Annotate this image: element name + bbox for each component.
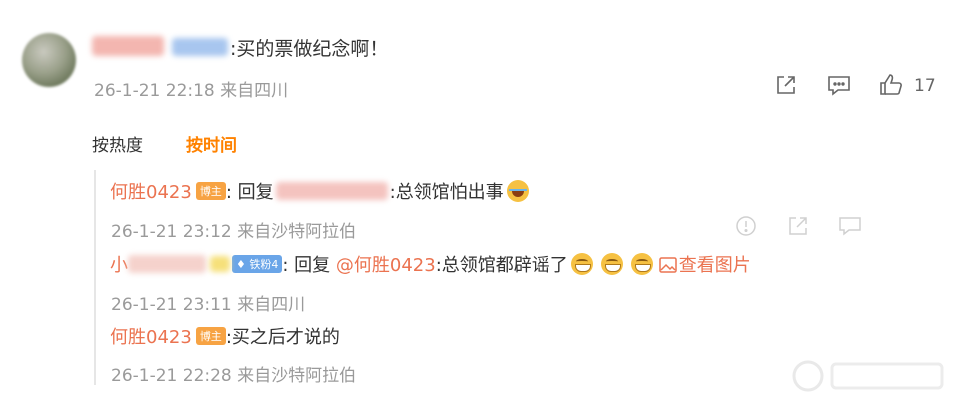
- avatar[interactable]: [22, 33, 76, 87]
- reply-date: 26-1-21 23:11: [111, 295, 232, 315]
- reply-1: 何胜0423 博主: 回复:总领馆怕出事: [110, 178, 529, 204]
- reply-author[interactable]: 小: [110, 255, 128, 276]
- report-icon[interactable]: [735, 215, 757, 241]
- redacted-username-badge: [172, 38, 228, 56]
- sort-by-hot-tab[interactable]: 按热度: [92, 131, 143, 156]
- like-count: 17: [914, 76, 936, 96]
- comment-icon[interactable]: [826, 73, 852, 101]
- view-image-link[interactable]: 查看图片: [659, 255, 751, 276]
- reply-3-meta: 26-1-21 22:28 来自沙特阿拉伯: [111, 361, 356, 386]
- comment-meta: 26-1-21 22:18 来自四川: [94, 76, 288, 101]
- watermark-logo: [790, 356, 950, 400]
- reply-location: 来自沙特阿拉伯: [237, 222, 357, 242]
- reply-text: 总领馆都辟谣了: [441, 255, 568, 276]
- reply-author[interactable]: 何胜0423: [110, 182, 192, 203]
- comment-text: :买的票做纪念啊！: [230, 38, 389, 60]
- image-icon: [659, 257, 677, 273]
- emoji-laugh-icon: [506, 180, 529, 202]
- redacted-reply-author[interactable]: [128, 255, 206, 273]
- reply-mention[interactable]: @何胜0423: [336, 255, 436, 276]
- reply-date: 26-1-21 23:12: [111, 222, 232, 242]
- blogger-badge: 博主: [195, 327, 226, 345]
- reply-prefix: 回复: [294, 255, 331, 276]
- reply-location: 来自沙特阿拉伯: [237, 366, 357, 386]
- fan-badge: ♦ 铁粉4: [232, 255, 283, 273]
- reply-author[interactable]: 何胜0423: [110, 327, 192, 348]
- reply-1-meta: 26-1-21 23:12 来自沙特阿拉伯: [111, 217, 356, 242]
- emoji-grin-icon: [570, 253, 593, 275]
- emoji-grin-icon: [630, 253, 653, 275]
- comment-location: 来自四川: [220, 81, 289, 101]
- share-icon[interactable]: [787, 215, 809, 241]
- share-icon[interactable]: [774, 73, 798, 101]
- comment-body: 买的票做纪念啊！: [236, 38, 389, 60]
- reply-date: 26-1-21 22:28: [111, 366, 232, 386]
- comment-icon[interactable]: [838, 215, 862, 241]
- sort-by-time-tab[interactable]: 按时间: [186, 131, 237, 156]
- reply-text: 总领馆怕出事: [395, 182, 504, 203]
- reply-prefix: 回复: [237, 182, 274, 203]
- redacted-username[interactable]: [92, 36, 164, 56]
- vip-badge: [210, 256, 230, 272]
- emoji-grin-icon: [600, 253, 623, 275]
- comment-date: 26-1-21 22:18: [94, 81, 215, 101]
- reply-2: 小 ♦ 铁粉4: 回复 @何胜0423:总领馆都辟谣了 查看图片: [110, 253, 751, 276]
- reply-3: 何胜0423 博主:买之后才说的: [110, 327, 340, 348]
- redacted-reply-target[interactable]: [275, 182, 388, 200]
- like-icon[interactable]: [878, 72, 904, 102]
- reply-2-meta: 26-1-21 23:11 来自四川: [111, 290, 305, 315]
- reply-location: 来自四川: [237, 295, 306, 315]
- blogger-badge: 博主: [195, 182, 226, 200]
- reply-text: 买之后才说的: [231, 327, 340, 348]
